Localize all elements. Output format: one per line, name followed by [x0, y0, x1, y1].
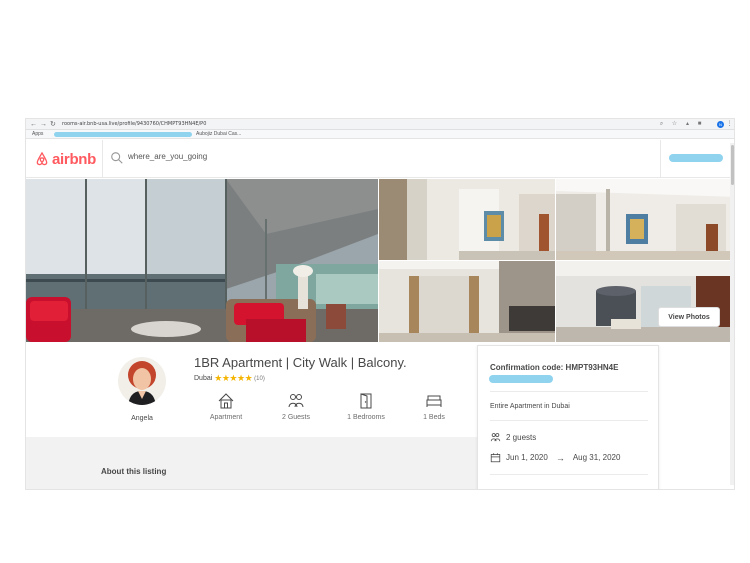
- house-icon: [218, 393, 234, 409]
- photo-dining-area[interactable]: [556, 179, 734, 260]
- header-divider: [102, 140, 103, 178]
- photo-kitchen[interactable]: [556, 261, 734, 342]
- redacted-detail: [489, 375, 553, 383]
- amenity-label: 2 Guests: [281, 414, 310, 421]
- about-section: About this listing: [26, 437, 477, 489]
- extension-2-icon[interactable]: ■: [696, 121, 703, 128]
- booking-card: Confirmation code: HMPT93HN4E Entire Apa…: [477, 345, 659, 489]
- bookmarks-bar: Apps Aubojiz Dubai Cas...: [26, 130, 734, 139]
- profile-avatar[interactable]: N: [717, 121, 724, 128]
- site-header: airbnb where_are_you_going: [26, 140, 734, 178]
- amenity-guests: 2 Guests: [266, 392, 326, 421]
- brand-name: airbnb: [52, 150, 97, 168]
- airbnb-logo[interactable]: airbnb: [34, 149, 96, 169]
- review-count[interactable]: (10): [254, 376, 265, 382]
- back-icon[interactable]: ←: [30, 119, 37, 130]
- screenshot-canvas: ← → ↻ rooms-air.bnb-usa.live/profile/943…: [0, 0, 750, 563]
- calendar-icon: [490, 453, 501, 463]
- divider: [490, 474, 648, 475]
- divider: [490, 420, 648, 421]
- view-photos-button[interactable]: View Photos: [658, 307, 720, 327]
- redacted-user-name: [669, 154, 723, 162]
- amenity-label: 1 Beds: [423, 414, 445, 421]
- dates-row: Jun 1, 2020 → Aug 31, 2020: [490, 452, 620, 463]
- reload-icon[interactable]: ↻: [50, 119, 56, 130]
- amenity-beds: 1 Beds: [404, 392, 464, 421]
- amenity-apartment: Apartment: [196, 392, 256, 421]
- guests-icon: [288, 394, 304, 408]
- guests-count: 2 guests: [506, 433, 537, 442]
- search-input[interactable]: where_are_you_going: [128, 152, 207, 161]
- browser-window: ← → ↻ rooms-air.bnb-usa.live/profile/943…: [25, 118, 735, 490]
- redacted-bookmark: [54, 132, 192, 137]
- star-icon[interactable]: ☆: [671, 121, 678, 128]
- photo-gallery[interactable]: [26, 179, 734, 342]
- door-icon: [360, 393, 372, 409]
- checkin-date: Jun 1, 2020: [506, 453, 548, 462]
- about-title: About this listing: [101, 467, 167, 476]
- zoom-icon[interactable]: ⌕: [658, 121, 665, 128]
- property-type: Entire Apartment in Dubai: [490, 403, 570, 410]
- guests-icon: [490, 433, 501, 442]
- main-photo[interactable]: [26, 179, 378, 342]
- guests-row: 2 guests: [490, 432, 536, 443]
- confirmation-code: Confirmation code: HMPT93HN4E: [490, 363, 619, 372]
- photo-living-room[interactable]: [379, 179, 555, 260]
- user-menu[interactable]: [660, 140, 734, 178]
- listing-location-row: Dubai ★★★★★ (10): [194, 373, 265, 384]
- scrollbar-thumb[interactable]: [731, 145, 734, 185]
- menu-icon[interactable]: ⋮: [726, 121, 733, 128]
- amenity-label: Apartment: [209, 414, 243, 421]
- bed-icon: [426, 395, 442, 407]
- browser-toolbar: ← → ↻ rooms-air.bnb-usa.live/profile/943…: [26, 119, 734, 130]
- bookmark-item[interactable]: Aubojiz Dubai Cas...: [196, 130, 241, 139]
- listing-title: 1BR Apartment | City Walk | Balcony.: [194, 355, 407, 370]
- divider: [490, 391, 648, 392]
- checkout-date: Aug 31, 2020: [572, 453, 621, 462]
- apps-bookmark[interactable]: Apps: [32, 130, 43, 139]
- airbnb-logo-icon: [36, 151, 48, 166]
- amenity-bedrooms: 1 Bedrooms: [336, 392, 396, 421]
- photo-lounge[interactable]: [379, 261, 555, 342]
- host-avatar[interactable]: [118, 357, 166, 405]
- host-name[interactable]: Angela: [116, 415, 168, 422]
- amenity-label: 1 Bedrooms: [347, 414, 385, 421]
- scrollbar[interactable]: [730, 143, 734, 485]
- extension-icon[interactable]: ▴: [684, 121, 691, 128]
- arrow-right-icon: →: [555, 452, 565, 463]
- search-icon[interactable]: [110, 151, 124, 165]
- address-bar[interactable]: rooms-air.bnb-usa.live/profile/9430760/C…: [62, 119, 206, 130]
- rating-stars: ★★★★★: [214, 373, 253, 383]
- forward-icon[interactable]: →: [40, 119, 47, 130]
- location-text[interactable]: Dubai: [194, 375, 212, 382]
